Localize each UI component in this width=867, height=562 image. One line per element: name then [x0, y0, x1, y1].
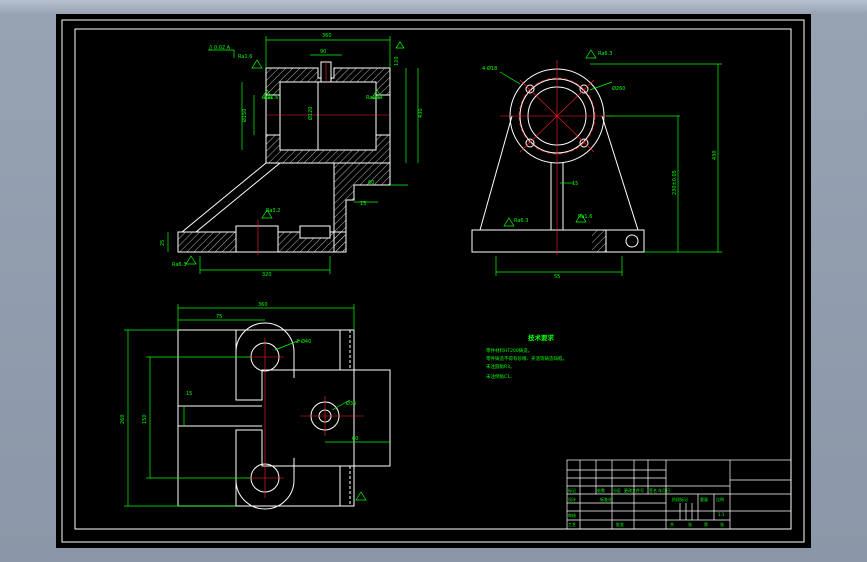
dim-bore-left: Ø150	[241, 109, 248, 122]
dim-wall: 15	[360, 201, 366, 207]
tb-weight: 重量	[700, 496, 708, 502]
dim-base-len: 320	[262, 272, 272, 278]
tb-sheet: 张	[688, 521, 692, 527]
note-3: 未注圆角R3。	[486, 363, 515, 370]
dim-top-overall: 360	[258, 302, 268, 308]
tb-stage: 阶段标记	[672, 496, 688, 502]
tb-sheet2: 张	[720, 521, 724, 527]
tb-date: 年月日	[658, 487, 670, 493]
tb-mark: 标记	[568, 487, 576, 493]
note-2: 零件铸造不得有砂眼、夹渣等铸造缺陷。	[486, 355, 567, 362]
dim-h2: 120	[394, 56, 400, 66]
note-4: 未注倒角C1。	[486, 373, 515, 380]
dim-inner-h: 150	[142, 414, 148, 424]
dim-base-thk: 25	[160, 240, 166, 246]
rough-side-top: Ra6.3	[598, 51, 612, 57]
dim-hole-big: 2-Ø40	[296, 338, 311, 345]
dim-side-base: 55	[554, 274, 560, 280]
dim-left-off: 75	[216, 314, 222, 320]
rough-3: Ra1.6	[366, 95, 380, 101]
dim-top-width: 360	[322, 33, 332, 39]
dim-height-right: 430	[418, 108, 424, 118]
drawing-sheet: 360 90 430 120 Ø150 Ø120 60 15 320 25 //…	[56, 14, 811, 548]
paper	[56, 14, 811, 548]
rough-4: Ra3.2	[266, 208, 280, 214]
dim-rib: 60	[368, 180, 374, 186]
rough-side-right: Ra1.6	[578, 214, 592, 220]
tb-sign: 签名	[649, 487, 657, 493]
dim-span: 60	[352, 436, 358, 442]
notes-title: 技术要求	[528, 333, 555, 342]
tb-check: 审核	[568, 512, 576, 518]
dim-overall-h: 260	[120, 414, 126, 424]
tb-no: 第	[704, 521, 708, 527]
tb-scale: 比例	[716, 496, 724, 502]
rough-2: Ra1.6	[264, 95, 278, 101]
rough-5: Ra6.3	[172, 262, 186, 268]
tb-approve: 批准	[616, 521, 624, 527]
tb-docno: 更改文件号	[624, 487, 644, 493]
note-1: 零件材料HT200铸造。	[486, 347, 532, 354]
dim-hole-small: Ø35	[346, 400, 356, 407]
dim-flange: Ø260	[612, 85, 625, 92]
tb-process: 工艺	[568, 522, 576, 527]
tb-design: 设计	[568, 496, 576, 502]
tb-scale-val: 1:1	[718, 512, 725, 517]
dim-boss: 90	[320, 49, 326, 55]
dim-holes: 4-Ø18	[482, 65, 497, 72]
dim-bore: Ø120	[307, 107, 314, 120]
tb-zone: 分区	[613, 487, 621, 493]
rough-side-left: Ra6.3	[514, 218, 528, 224]
rough-1: Ra1.6	[238, 54, 252, 60]
bore-cavity	[279, 81, 377, 151]
tb-total: 共	[670, 521, 674, 527]
dim-height-total: 430	[712, 150, 718, 160]
dim-center-h: 230±0.05	[672, 170, 678, 195]
dim-web: 15	[572, 181, 578, 187]
tb-count: 处数	[597, 487, 605, 493]
tolerance-frame: // 0.02 A	[209, 45, 231, 51]
tb-std: 标准化	[600, 496, 612, 502]
dim-slot: 15	[186, 391, 192, 397]
